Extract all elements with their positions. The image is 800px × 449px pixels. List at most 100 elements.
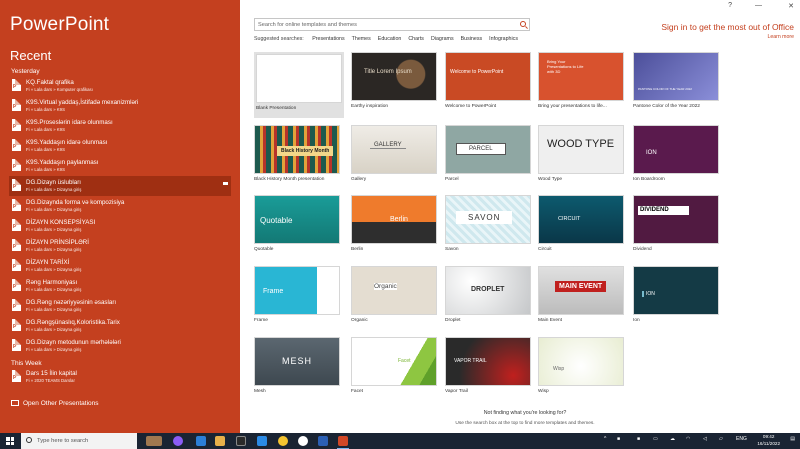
template-facet[interactable]: Facet Facet bbox=[351, 337, 441, 403]
close-button[interactable]: ✕ bbox=[788, 2, 794, 10]
suggested-search-link[interactable]: Themes bbox=[352, 36, 371, 42]
recent-file-item[interactable]: P DG.Rəngşünaslıq,Koloristika.Tarix Fi » L… bbox=[9, 316, 231, 336]
suggested-search-link[interactable]: Charts bbox=[408, 36, 424, 42]
template-thumbnail-text: Title Lorem Ipsum bbox=[364, 69, 412, 75]
suggested-search-link[interactable]: Education bbox=[378, 36, 402, 42]
template-black-history-month-presentation[interactable]: Black History Month Black History Month p… bbox=[254, 125, 344, 191]
recent-file-item[interactable]: P DG.Rəng nəzəriyyəsinin əsasları Fi » Lal… bbox=[9, 296, 231, 316]
powerpoint-icon[interactable] bbox=[338, 436, 348, 446]
recent-file-item[interactable]: P DİZAYN KONSEPSİYASI Fi » Lala dars » Diz… bbox=[9, 216, 231, 236]
template-label: Bring your presentations to life... bbox=[538, 104, 607, 109]
pin-icon[interactable] bbox=[223, 182, 228, 185]
template-wood-type[interactable]: WOOD TYPE Wood Type bbox=[538, 125, 628, 191]
template-thumbnail-text: ION bbox=[646, 150, 657, 156]
language-indicator[interactable]: ENG bbox=[736, 436, 747, 442]
minimize-button[interactable]: — bbox=[755, 2, 762, 9]
cortana-icon[interactable] bbox=[173, 436, 183, 446]
recent-file-item[interactable]: P Rəng Harmoniyası Fi » Lala dars » Dizayn… bbox=[9, 276, 231, 296]
notification-icon[interactable]: ▤ bbox=[790, 436, 795, 442]
template-label: Dividend bbox=[633, 247, 652, 252]
recent-file-name: K9S.Virtual yaddaş,İstifadə mexanizmləri bbox=[26, 99, 139, 106]
group-label-this-week: This Week bbox=[11, 360, 42, 367]
vscode-icon[interactable] bbox=[257, 436, 267, 446]
chrome-icon[interactable] bbox=[278, 436, 288, 446]
recent-file-item[interactable]: P K9S.Yaddaşın idarə olunması Fi » Lala da… bbox=[9, 136, 231, 156]
learn-more-link[interactable]: Learn more bbox=[767, 34, 794, 40]
template-blank-presentation[interactable]: Blank Presentation bbox=[254, 52, 344, 118]
suggested-search-link[interactable]: Business bbox=[461, 36, 483, 42]
template-bring-your-presentations-to-life[interactable]: Bring Your Presentations to Life with 3D… bbox=[538, 52, 628, 118]
taskbar-weather-icon[interactable] bbox=[146, 436, 162, 446]
recent-file-item[interactable]: P K9S.Proseslərin idarə olunması Fi » Lala… bbox=[9, 116, 231, 136]
taskbar: Type here to search ^ ■ ■ ▭ ☁ ◠ ◁ ▱ ENG … bbox=[0, 433, 800, 449]
template-ion[interactable]: ION Ion bbox=[633, 266, 723, 332]
recent-file-item[interactable]: P DG.Dizayn metodunun mərhələləri Fi » Lal… bbox=[9, 336, 231, 356]
recent-file-item[interactable]: P DİZAYN TARİXİ Fi » Lala dars » Dizayna g… bbox=[9, 256, 231, 276]
template-thumbnail-text: PANTONE COLOR OF THE YEAR 2022 bbox=[638, 87, 692, 91]
template-berlin[interactable]: Berlin Berlin bbox=[351, 195, 441, 261]
recent-file-item[interactable]: P DG.Dizaynda forma və kompozisiya Fi » La… bbox=[9, 196, 231, 216]
suggested-searches: Suggested searches: Presentations Themes E… bbox=[254, 36, 518, 42]
template-search-input[interactable]: Search for online templates and themes bbox=[254, 18, 530, 31]
suggested-search-link[interactable]: Diagrams bbox=[431, 36, 454, 42]
help-button[interactable]: ? bbox=[728, 2, 732, 9]
recent-heading: Recent bbox=[10, 48, 52, 63]
store-icon[interactable] bbox=[236, 436, 246, 446]
file-explorer-icon[interactable] bbox=[215, 436, 225, 446]
volume-icon[interactable]: ◁ bbox=[703, 436, 707, 442]
templates-pane: ? — ✕ Search for online templates and th… bbox=[240, 0, 800, 433]
recent-file-item[interactable]: P K9S.Virtual yaddaş,İstifadə mexanizmlər… bbox=[9, 96, 231, 116]
network-icon[interactable]: ▱ bbox=[719, 436, 723, 442]
recent-file-path: Fi » Lala dars » Dizayna giriş bbox=[26, 267, 82, 272]
search-icon[interactable] bbox=[520, 21, 526, 27]
template-label: Welcome to PowerPoint bbox=[445, 104, 497, 109]
word-icon[interactable] bbox=[318, 436, 328, 446]
windows-start-icon[interactable] bbox=[6, 437, 14, 445]
template-thumbnail-text: Organic bbox=[374, 283, 397, 290]
recent-file-item[interactable]: P K9S.Yaddaşın paylanması Fi » Lala dars »… bbox=[9, 156, 231, 176]
template-earthy-inspiration[interactable]: Title Lorem Ipsum Earthy inspiration bbox=[351, 52, 441, 118]
template-ion-boardroom[interactable]: ION Ion Boardroom bbox=[633, 125, 723, 191]
suggested-search-link[interactable]: Infographics bbox=[489, 36, 518, 42]
template-thumbnail: VAPOR TRAIL bbox=[445, 337, 531, 386]
suggested-search-link[interactable]: Presentations bbox=[312, 36, 344, 42]
template-thumbnail: DROPLET bbox=[445, 266, 531, 315]
recent-file-name: DİZAYN KONSEPSİYASI bbox=[26, 219, 96, 226]
recent-file-item[interactable]: P KQ.Faktal qrafika Fi » Lala dars » Kompu… bbox=[9, 76, 231, 96]
template-dividend[interactable]: DIVIDEND Dividend bbox=[633, 195, 723, 261]
tray-chevron-icon[interactable]: ^ bbox=[604, 436, 606, 442]
template-frame[interactable]: Frame Frame bbox=[254, 266, 344, 332]
template-quotable[interactable]: Quotable Quotable bbox=[254, 195, 344, 261]
app-title: PowerPoint bbox=[10, 14, 110, 35]
template-wisp[interactable]: Wisp Wisp bbox=[538, 337, 628, 403]
battery-icon[interactable]: ▭ bbox=[653, 436, 658, 442]
tray-app-icon[interactable]: ■ bbox=[617, 436, 620, 442]
onedrive-icon[interactable]: ☁ bbox=[670, 436, 675, 442]
wifi-icon[interactable]: ◠ bbox=[686, 436, 690, 442]
chrome-alt-icon[interactable] bbox=[298, 436, 308, 446]
mail-icon[interactable] bbox=[196, 436, 206, 446]
template-circuit[interactable]: CIRCUIT Circuit bbox=[538, 195, 628, 261]
template-droplet[interactable]: DROPLET Droplet bbox=[445, 266, 535, 332]
tray-nvidia-icon[interactable]: ■ bbox=[637, 436, 640, 442]
recent-file-item[interactable]: P DİZAYN PRİNSİPLƏRİ Fi » Lala dars » Diza… bbox=[9, 236, 231, 256]
template-main-event[interactable]: MAIN EVENT Main Event bbox=[538, 266, 628, 332]
pptx-file-icon: P bbox=[12, 139, 21, 151]
template-thumbnail: Bring Your Presentations to Life with 3D bbox=[538, 52, 624, 101]
taskbar-search-input[interactable]: Type here to search bbox=[21, 433, 137, 449]
template-pantone-color-of-the-year-2022[interactable]: PANTONE COLOR OF THE YEAR 2022 Pantone Co… bbox=[633, 52, 723, 118]
template-welcome-to-powerpoint[interactable]: Welcome to PowerPoint Welcome to PowerPoi… bbox=[445, 52, 535, 118]
template-organic[interactable]: Organic Organic bbox=[351, 266, 441, 332]
template-parcel[interactable]: PARCEL Parcel bbox=[445, 125, 535, 191]
template-label: Black History Month presentation bbox=[254, 177, 325, 182]
template-thumbnail-text: DIVIDEND bbox=[638, 206, 689, 215]
template-mesh[interactable]: MESH Mesh bbox=[254, 337, 344, 403]
recent-file-item[interactable]: P DG.Dizayn üslubları Fi » Lala dars » Diz… bbox=[9, 176, 231, 196]
recent-file-item[interactable]: P Dars 15 İlin kapital Fi » 2020 TEAMS Dar… bbox=[9, 367, 231, 387]
template-savon[interactable]: SAVON Savon bbox=[445, 195, 535, 261]
template-gallery[interactable]: GALLERY Gallery bbox=[351, 125, 441, 191]
template-vapor-trail[interactable]: VAPOR TRAIL Vapor Trail bbox=[445, 337, 535, 403]
open-other-presentations-button[interactable]: Open Other Presentations bbox=[11, 400, 99, 407]
sign-in-link[interactable]: Sign in to get the most out of Office bbox=[661, 22, 794, 32]
clock[interactable]: 09:42 16/11/2022 bbox=[757, 434, 780, 447]
